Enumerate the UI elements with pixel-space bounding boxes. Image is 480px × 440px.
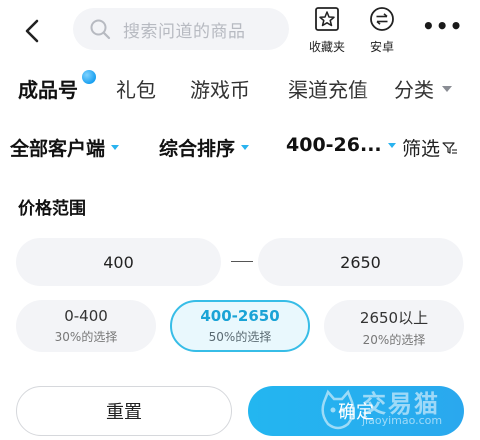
search-placeholder: 搜索问道的商品 xyxy=(123,21,246,42)
price-option-mid[interactable]: 400-2650 50%的选择 xyxy=(170,300,310,352)
tab-gift-pack[interactable]: 礼包 xyxy=(116,74,156,103)
platform-switch-button[interactable]: 安卓 xyxy=(358,6,406,56)
price-option-range: 0-400 xyxy=(64,307,108,325)
range-separator xyxy=(231,261,253,262)
reset-button[interactable]: 重置 xyxy=(16,386,232,436)
price-option-share: 50%的选择 xyxy=(208,330,272,344)
price-range-title: 价格范围 xyxy=(18,199,86,219)
tab-game-currency[interactable]: 游戏币 xyxy=(190,74,250,103)
watermark: 交易猫 jiaoyimao.com xyxy=(318,382,478,438)
price-filter-label: 400-26... xyxy=(286,134,382,156)
chevron-down-icon xyxy=(241,145,250,150)
chevron-down-icon xyxy=(442,85,452,92)
favorites-label: 收藏夹 xyxy=(308,40,345,54)
filter-label: 筛选 xyxy=(402,138,441,160)
star-box-icon xyxy=(315,7,339,31)
price-option-range: 2650以上 xyxy=(359,309,429,327)
tab-finished-account[interactable]: 成品号 xyxy=(18,74,78,103)
price-option-high[interactable]: 2650以上 20%的选择 xyxy=(324,300,464,352)
tab-category-dropdown[interactable]: 分类 xyxy=(380,74,452,103)
platform-label: 安卓 xyxy=(369,40,394,54)
price-option-range: 400-2650 xyxy=(200,307,280,325)
favorites-button[interactable]: 收藏夹 xyxy=(303,6,351,56)
tab-channel-recharge[interactable]: 渠道充值 xyxy=(288,74,368,103)
filter-button[interactable]: 筛选 xyxy=(402,134,458,161)
price-option-share: 20%的选择 xyxy=(362,333,426,347)
watermark-url: jiaoyimao.com xyxy=(362,414,443,427)
price-option-low[interactable]: 0-400 30%的选择 xyxy=(16,300,156,352)
category-tabs: 成品号 礼包 游戏币 渠道充值 分类 xyxy=(0,64,480,112)
tab-fade xyxy=(360,64,380,112)
top-bar: 搜索问道的商品 收藏夹 安卓 ••• xyxy=(0,0,480,62)
cat-logo-icon xyxy=(321,389,355,430)
chevron-down-icon xyxy=(111,145,120,150)
funnel-icon xyxy=(442,141,458,154)
client-filter-label: 全部客户端 xyxy=(10,138,106,160)
max-price-input[interactable]: 2650 xyxy=(258,238,463,286)
sort-filter-label: 综合排序 xyxy=(159,138,236,160)
client-filter[interactable]: 全部客户端 xyxy=(10,134,120,161)
sort-filter[interactable]: 综合排序 xyxy=(159,134,250,161)
notification-dot xyxy=(82,70,96,84)
search-icon xyxy=(90,19,111,40)
search-bar[interactable]: 搜索问道的商品 xyxy=(73,8,289,50)
price-filter[interactable]: 400-26... xyxy=(286,134,396,156)
price-option-share: 30%的选择 xyxy=(54,330,118,344)
back-icon[interactable] xyxy=(18,16,48,46)
chevron-down-icon xyxy=(387,142,396,148)
min-price-input[interactable]: 400 xyxy=(16,238,221,286)
tab-category-label: 分类 xyxy=(394,78,434,102)
switch-arrows-icon xyxy=(370,7,394,31)
filter-bar: 全部客户端 综合排序 400-26... 筛选 xyxy=(0,124,480,172)
more-options-icon[interactable]: ••• xyxy=(422,16,462,44)
